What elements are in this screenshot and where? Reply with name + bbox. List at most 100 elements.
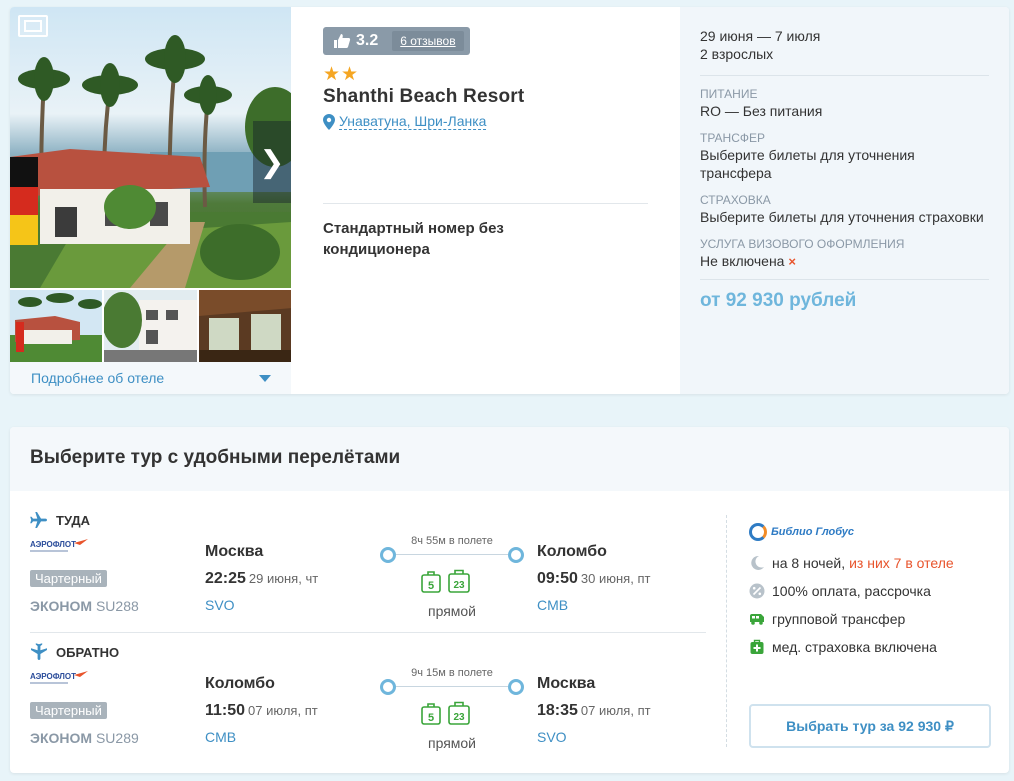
- origin-dot-icon: [380, 679, 396, 695]
- hotel-name: Shanthi Beach Resort: [323, 86, 525, 107]
- departure-time-value: 22:25: [205, 570, 246, 587]
- fare-class-label: ЭКОНОМ: [30, 598, 93, 614]
- arrival-date: 07 июля, пт: [580, 703, 651, 718]
- arrival-time: 18:35 07 июля, пт: [537, 702, 651, 720]
- fare-class: ЭКОНОМ SU288: [30, 598, 139, 614]
- hotel-stars: ★★: [323, 64, 360, 85]
- operator-logo: Библио Глобус: [749, 521, 989, 543]
- tour-guests: 2 взрослых: [700, 46, 774, 62]
- flight-type: прямой: [427, 603, 477, 619]
- departure-time-value: 11:50: [205, 702, 246, 719]
- hotel-location-link[interactable]: Унаватуна, Шри-Ланка: [323, 113, 648, 130]
- flight-type: прямой: [427, 735, 477, 751]
- insurance-value: Выберите билеты для уточнения страховки: [700, 209, 984, 225]
- moon-icon: [751, 555, 764, 570]
- payment-text: 100% оплата, рассрочка: [772, 583, 931, 599]
- thumbnail-strip: [10, 290, 291, 362]
- transfer-value: Выберите билеты для уточнения трансфера: [700, 147, 915, 181]
- insurance-info: мед. страховка включена: [749, 639, 989, 655]
- visa-value: Не включена ×: [700, 252, 989, 271]
- svg-text:АЭРОФЛОТ: АЭРОФЛОТ: [30, 672, 76, 681]
- charter-badge: Чартерный: [30, 570, 107, 587]
- operator-logo-icon: [749, 523, 767, 541]
- airline-logo: АЭРОФЛОТ: [30, 671, 88, 684]
- checked-luggage-icon: 23: [448, 701, 470, 725]
- bus-icon: [750, 614, 764, 625]
- charter-badge: Чартерный: [30, 702, 107, 719]
- thumbnail-1[interactable]: [10, 290, 103, 362]
- hand-luggage-weight: 5: [428, 580, 434, 592]
- chevron-down-icon: [259, 375, 271, 382]
- flight-direction: ТУДА: [30, 511, 90, 529]
- tour-operator-info: Библио Глобус на 8 ночей, из них 7 в отел…: [749, 521, 989, 655]
- plane-icon: [30, 512, 47, 528]
- flight-duration: 8ч 55м в полете: [396, 535, 508, 547]
- nights-hotel-text: из них 7 в отеле: [849, 555, 954, 571]
- transfer-text: групповой трансфер: [772, 611, 906, 627]
- section-heading: Выберите тур с удобными перелётами: [10, 427, 1009, 491]
- departure-city: Коломбо: [205, 675, 275, 692]
- departure-time: 22:25 29 июня, чт: [205, 570, 318, 588]
- arrival-city: Москва: [537, 675, 596, 692]
- flight-duration: 9ч 15м в полете: [396, 667, 508, 679]
- vertical-divider: [726, 515, 727, 747]
- meal-label: ПИТАНИЕ: [700, 87, 758, 101]
- flight-direction-label: ТУДА: [56, 512, 91, 528]
- payment-info: 100% оплата, рассрочка: [749, 583, 989, 599]
- visa-label: УСЛУГА ВИЗОВОГО ОФОРМЛЕНИЯ: [700, 237, 905, 251]
- departure-date: 07 июля, пт: [248, 703, 318, 718]
- hotel-details-link[interactable]: Подробнее об отеле: [10, 362, 291, 394]
- photo-gallery: ❯ Подробнее об отеле: [10, 7, 291, 394]
- thumbnail-2[interactable]: [104, 290, 197, 362]
- divider: [323, 203, 648, 204]
- departure-airport-code[interactable]: CMB: [205, 729, 236, 745]
- arrival-time: 09:50 30 июня, пт: [537, 570, 650, 588]
- hotel-card: ❯ Подробнее об отеле 3.2 6 отзывов ★★ Sh…: [10, 7, 1009, 394]
- operator-name: Библио Глобус: [771, 526, 855, 538]
- select-tour-button[interactable]: Выбрать тур за 92 930 ₽: [749, 704, 991, 748]
- flight-direction-label: ОБРАТНО: [56, 644, 120, 660]
- arrival-airport-code[interactable]: CMB: [537, 597, 568, 613]
- departure-city: Москва: [205, 543, 264, 560]
- insurance-text: мед. страховка включена: [772, 639, 937, 655]
- destination-dot-icon: [508, 547, 524, 563]
- close-icon: ×: [788, 254, 796, 269]
- departure-time: 11:50 07 июля, пт: [205, 702, 318, 720]
- next-photo-arrow-icon[interactable]: ❯: [253, 121, 291, 203]
- flight-duration-label: 8ч 55м в полете: [408, 535, 496, 547]
- departure-airport-code[interactable]: SVO: [205, 597, 235, 613]
- rating-score: 3.2: [356, 32, 379, 49]
- fare-class: ЭКОНОМ SU289: [30, 730, 139, 746]
- checked-luggage-weight: 23: [453, 580, 465, 591]
- svg-text:АЭРОФЛОТ: АЭРОФЛОТ: [30, 540, 76, 549]
- rating-badge: 3.2 6 отзывов: [323, 27, 470, 55]
- route-line: [396, 686, 508, 687]
- checked-luggage-weight: 23: [453, 712, 465, 723]
- destination-dot-icon: [508, 679, 524, 695]
- outbound-flight[interactable]: ТУДА АЭРОФЛОТ Чартерный ЭКОНОМ SU288 Мос…: [30, 511, 710, 629]
- hand-luggage-icon: 5: [421, 571, 441, 593]
- map-pin-icon: [323, 113, 335, 130]
- thumbs-up-icon: [334, 34, 351, 48]
- reviews-link[interactable]: 6 отзывов: [392, 31, 464, 51]
- hotel-info: 3.2 6 отзывов ★★ Shanthi Beach Resort Ун…: [291, 7, 680, 394]
- divider: [30, 632, 706, 633]
- flight-duration-label: 9ч 15м в полете: [408, 667, 496, 679]
- route-line: [396, 554, 508, 555]
- nights-text: на 8 ночей,: [772, 555, 846, 571]
- transfer-info: групповой трансфер: [749, 611, 989, 627]
- arrival-airport-code[interactable]: SVO: [537, 729, 567, 745]
- return-flight[interactable]: ОБРАТНО АЭРОФЛОТ Чартерный ЭКОНОМ SU289 …: [30, 643, 710, 761]
- arrival-city: Коломбо: [537, 543, 607, 560]
- hand-luggage-weight: 5: [428, 712, 434, 724]
- fare-class-label: ЭКОНОМ: [30, 730, 93, 746]
- tour-options-card: Выберите тур с удобными перелётами ТУДА …: [10, 427, 1009, 773]
- airline-logo: АЭРОФЛОТ: [30, 539, 88, 552]
- fullscreen-icon[interactable]: [18, 15, 48, 37]
- arrival-date: 30 июня, пт: [580, 571, 651, 586]
- divider: [700, 75, 989, 76]
- hotel-main-photo[interactable]: ❯: [10, 7, 291, 288]
- percent-icon: [749, 583, 765, 599]
- thumbnail-3[interactable]: [198, 290, 291, 362]
- nights-info: на 8 ночей, из них 7 в отеле: [749, 555, 989, 571]
